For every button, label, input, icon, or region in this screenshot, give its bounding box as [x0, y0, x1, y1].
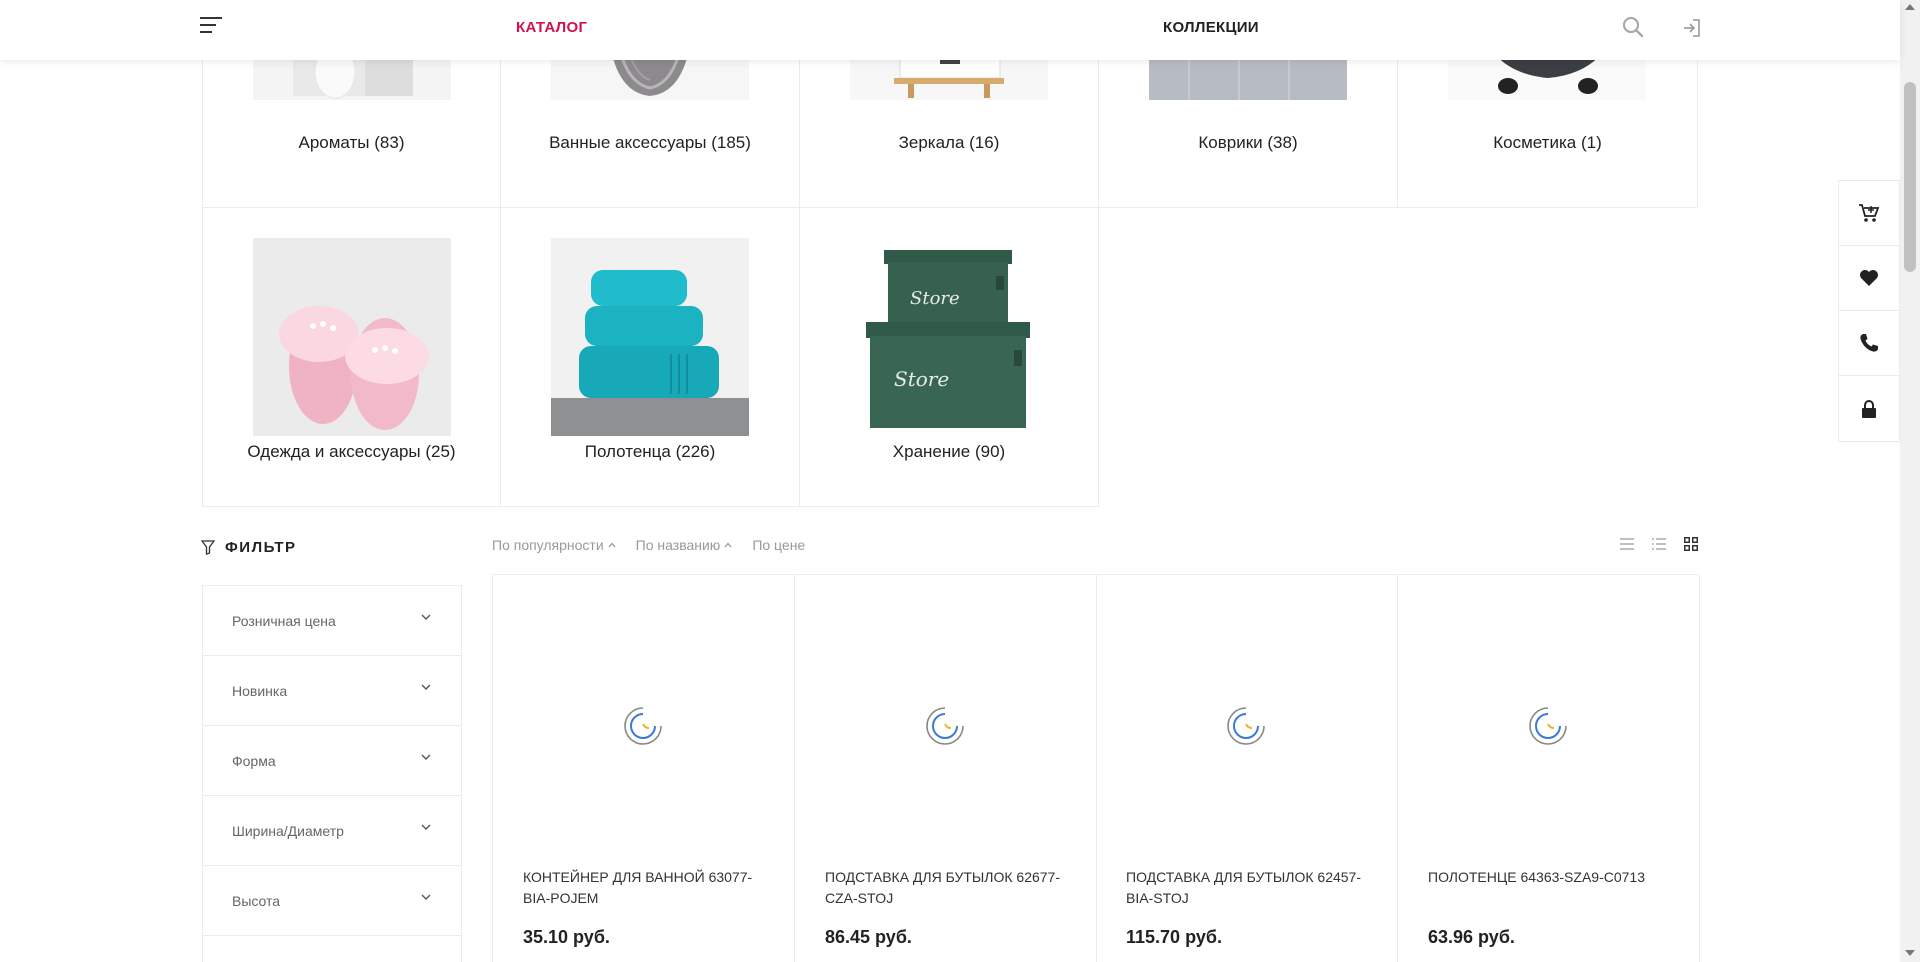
storage-boxes-image: Store Store	[850, 238, 1048, 436]
category-label: Одежда и аксессуары (25)	[247, 442, 456, 461]
scroll-down-arrow-icon[interactable]	[1905, 950, 1915, 956]
box-text: Store	[894, 367, 949, 391]
grid-view-icon[interactable]	[1682, 535, 1700, 553]
product-name[interactable]: ПОДСТАВКА ДЛЯ БУТЫЛОК 62677-CZA-STOJ	[825, 867, 1075, 909]
filter-icon	[201, 540, 215, 555]
product-card[interactable]: ПОЛОТЕНЦЕ 64363-SZA9-C0713 63.96 руб.	[1398, 575, 1700, 962]
sort-label: По цене	[752, 537, 806, 553]
product-name[interactable]: ПОДСТАВКА ДЛЯ БУТЫЛОК 62457-BIA-STOJ	[1126, 867, 1376, 909]
side-action-panel	[1838, 180, 1900, 442]
loading-spinner-icon	[1529, 707, 1567, 745]
menu-burger-icon[interactable]	[200, 17, 222, 37]
list-view-icon[interactable]	[1618, 535, 1636, 553]
product-price: 115.70 руб.	[1126, 927, 1222, 947]
sort-label: По названию	[635, 537, 721, 553]
lock-button[interactable]	[1839, 376, 1899, 441]
product-price: 63.96 руб.	[1428, 927, 1515, 947]
product-name[interactable]: ПОЛОТЕНЦЕ 64363-SZA9-C0713	[1428, 867, 1678, 888]
loading-spinner-icon	[1227, 707, 1265, 745]
heart-icon	[1860, 270, 1878, 286]
slippers-image	[253, 238, 451, 436]
product-card[interactable]: ПОДСТАВКА ДЛЯ БУТЫЛОК 62677-CZA-STOJ 86.…	[795, 575, 1097, 962]
filter-retail-price[interactable]: Розничная цена	[203, 586, 461, 656]
product-price: 86.45 руб.	[825, 927, 912, 947]
loading-spinner-icon	[624, 707, 662, 745]
product-card[interactable]: КОНТЕЙНЕР ДЛЯ ВАННОЙ 63077-BIA-POJEM 35.…	[493, 575, 795, 962]
category-label: Ароматы (83)	[298, 133, 405, 152]
site-header: КАТАЛОГ КОЛЛЕКЦИИ	[0, 0, 1900, 60]
category-label: Ванные аксессуары (185)	[549, 133, 751, 152]
sort-price[interactable]: По цене	[752, 537, 805, 553]
product-name[interactable]: КОНТЕЙНЕР ДЛЯ ВАННОЙ 63077-BIA-POJEM	[523, 867, 773, 909]
nav-collections-link[interactable]: КОЛЛЕКЦИИ	[1163, 19, 1259, 36]
filter-label: Высота	[232, 893, 281, 909]
phone-icon	[1860, 334, 1878, 352]
filter-label: Новинка	[232, 683, 288, 699]
scroll-thumb[interactable]	[1904, 82, 1916, 272]
filter-header[interactable]: ФИЛЬТР	[201, 539, 297, 556]
category-label: Косметика (1)	[1493, 133, 1602, 152]
chevron-up-icon	[724, 542, 732, 548]
chevron-down-icon	[421, 894, 431, 900]
category-storage[interactable]: Store Store Хранение (90)	[800, 208, 1099, 507]
detailed-list-view-icon[interactable]	[1650, 535, 1668, 553]
filter-shape[interactable]: Форма	[203, 726, 461, 796]
chevron-down-icon	[421, 684, 431, 690]
sort-popularity[interactable]: По популярности	[492, 537, 616, 553]
chevron-down-icon	[421, 614, 431, 620]
product-price: 35.10 руб.	[523, 927, 610, 947]
sort-name[interactable]: По названию	[636, 537, 733, 553]
sort-label: По популярности	[492, 537, 604, 553]
lock-icon	[1862, 399, 1876, 418]
category-label: Коврики (38)	[1198, 133, 1298, 152]
category-label: Зеркала (16)	[898, 133, 1000, 152]
filter-height[interactable]: Высота	[203, 866, 461, 936]
box-text: Store	[910, 288, 960, 309]
scroll-up-arrow-icon[interactable]	[1905, 4, 1915, 10]
filter-label: Розничная цена	[232, 613, 336, 629]
category-towels[interactable]: Полотенца (226)	[501, 208, 800, 507]
filter-width[interactable]: Ширина/Диаметр	[203, 796, 461, 866]
search-icon[interactable]	[1621, 15, 1645, 39]
filter-label: Форма	[232, 753, 276, 769]
chevron-up-icon	[608, 542, 616, 548]
filter-new[interactable]: Новинка	[203, 656, 461, 726]
view-switcher	[1618, 535, 1700, 553]
wishlist-button[interactable]	[1839, 246, 1899, 311]
towels-image	[551, 238, 749, 436]
category-clothing[interactable]: Одежда и аксессуары (25)	[202, 208, 501, 507]
cart-button[interactable]	[1839, 181, 1899, 246]
category-label: Хранение (90)	[892, 442, 1006, 461]
login-icon[interactable]	[1680, 16, 1704, 40]
category-label: Полотенца (226)	[584, 442, 716, 461]
filter-label: Ширина/Диаметр	[232, 823, 344, 839]
sort-bar: По популярности По названию По цене	[492, 537, 805, 553]
filter-more[interactable]	[203, 936, 461, 962]
chevron-down-icon	[421, 754, 431, 760]
product-card[interactable]: ПОДСТАВКА ДЛЯ БУТЫЛОК 62457-BIA-STOJ 115…	[1096, 575, 1398, 962]
chevron-down-icon	[421, 824, 431, 830]
product-grid: КОНТЕЙНЕР ДЛЯ ВАННОЙ 63077-BIA-POJEM 35.…	[492, 574, 1700, 962]
cart-icon	[1859, 204, 1880, 222]
page-scrollbar[interactable]	[1900, 0, 1920, 962]
filter-title: ФИЛЬТР	[225, 539, 297, 556]
phone-button[interactable]	[1839, 311, 1899, 376]
loading-spinner-icon	[926, 707, 964, 745]
filter-panel: Розничная цена Новинка Форма Ширина/Диам…	[202, 585, 462, 962]
nav-catalog-link[interactable]: КАТАЛОГ	[516, 19, 587, 36]
